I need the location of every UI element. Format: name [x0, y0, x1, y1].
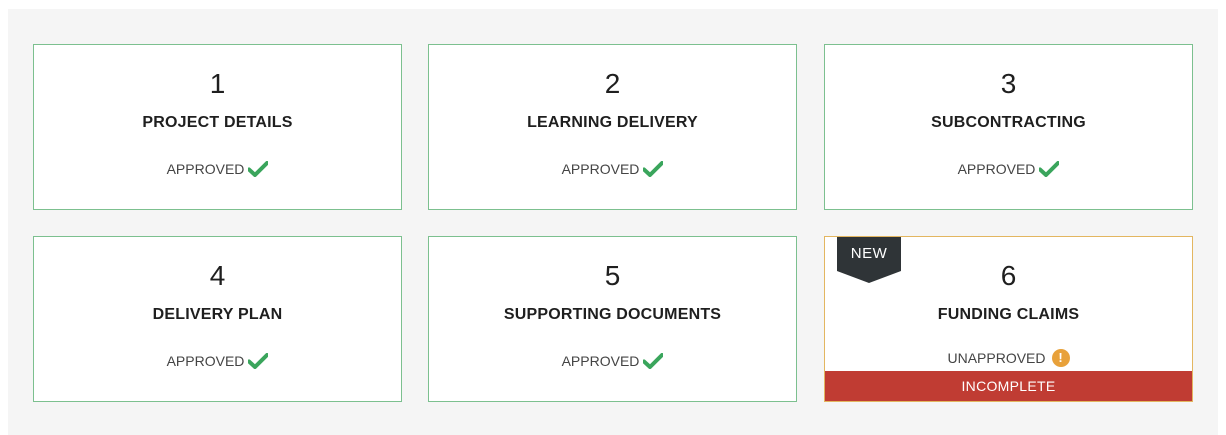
card-status: APPROVED [825, 159, 1192, 179]
section-card-funding-claims[interactable]: NEW 6 FUNDING CLAIMS UNAPPROVED ! INCOMP… [824, 236, 1193, 402]
check-icon [248, 353, 269, 369]
card-number: 2 [604, 68, 621, 99]
check-icon [643, 353, 664, 369]
card-title: PROJECT DETAILS [142, 114, 293, 131]
status-label: APPROVED [957, 161, 1036, 177]
card-status: APPROVED [34, 351, 401, 371]
card-status: APPROVED [429, 159, 796, 179]
card-number: 1 [209, 68, 226, 99]
section-card-subcontracting[interactable]: 3 SUBCONTRACTING APPROVED [824, 44, 1193, 210]
card-status: APPROVED [429, 351, 796, 371]
alert-icon: ! [1051, 349, 1070, 367]
card-number: 4 [209, 260, 226, 291]
status-label: UNAPPROVED [947, 350, 1046, 366]
status-label: APPROVED [561, 161, 640, 177]
card-number: 5 [604, 260, 621, 291]
check-icon [643, 161, 664, 177]
check-icon [1039, 161, 1060, 177]
card-title: FUNDING CLAIMS [937, 306, 1080, 323]
card-status: UNAPPROVED ! [825, 348, 1192, 368]
section-card-project-details[interactable]: 1 PROJECT DETAILS APPROVED [33, 44, 402, 210]
status-label: APPROVED [166, 161, 245, 177]
status-label: APPROVED [166, 353, 245, 369]
sections-panel: 1 PROJECT DETAILS APPROVED 2 LEARNING DE… [8, 9, 1218, 435]
status-label: APPROVED [561, 353, 640, 369]
card-title: LEARNING DELIVERY [527, 114, 698, 131]
section-card-learning-delivery[interactable]: 2 LEARNING DELIVERY APPROVED [428, 44, 797, 210]
incomplete-status-bar: INCOMPLETE [825, 371, 1192, 401]
card-title: SUBCONTRACTING [931, 114, 1086, 131]
check-icon [248, 161, 269, 177]
card-title: DELIVERY PLAN [152, 306, 283, 323]
card-title: SUPPORTING DOCUMENTS [503, 306, 722, 323]
card-number: 6 [1000, 260, 1017, 291]
card-number: 3 [1000, 68, 1017, 99]
section-card-delivery-plan[interactable]: 4 DELIVERY PLAN APPROVED [33, 236, 402, 402]
section-card-supporting-documents[interactable]: 5 SUPPORTING DOCUMENTS APPROVED [428, 236, 797, 402]
card-status: APPROVED [34, 159, 401, 179]
